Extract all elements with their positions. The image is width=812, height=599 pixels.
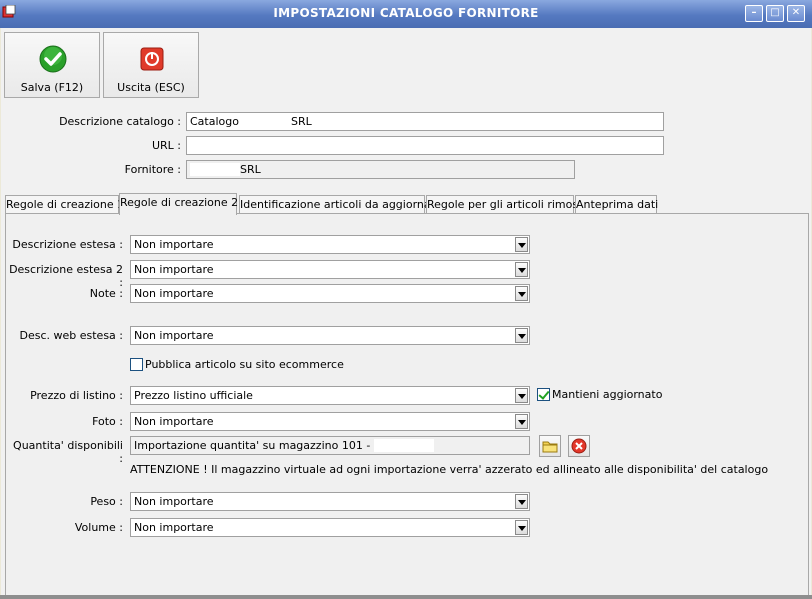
minimize-button[interactable]: –: [745, 5, 763, 22]
publish-ecommerce-checkbox[interactable]: [130, 358, 143, 371]
extended-description-2-label: Descrizione estesa 2 :: [9, 263, 123, 289]
notes-label: Note :: [89, 287, 123, 300]
tab-creation-rules-1[interactable]: Regole di creazione 1: [5, 195, 124, 214]
keep-updated-checkbox[interactable]: [537, 388, 550, 401]
extended-description-2-select[interactable]: Non importare: [130, 260, 530, 279]
chevron-down-icon[interactable]: [515, 328, 528, 343]
available-quantity-field: Importazione quantita' su magazzino 101 …: [130, 436, 530, 455]
exit-button-label: Uscita (ESC): [117, 81, 185, 94]
folder-icon: [542, 441, 558, 453]
chevron-down-icon[interactable]: [515, 388, 528, 403]
catalog-description-input[interactable]: Catalogo SRL: [186, 112, 664, 131]
tab-removed-items-rules[interactable]: Regole per gli articoli rimossi: [426, 195, 587, 214]
chevron-down-icon[interactable]: [515, 262, 528, 277]
select-warehouse-button[interactable]: [539, 435, 561, 457]
chevron-down-icon[interactable]: [515, 286, 528, 301]
tab-data-preview[interactable]: Anteprima dati: [575, 195, 658, 214]
volume-select[interactable]: Non importare: [130, 518, 530, 537]
checkmark-icon: [39, 45, 67, 73]
chevron-down-icon[interactable]: [515, 494, 528, 509]
bottom-border: [0, 595, 812, 599]
keep-updated-label: Mantieni aggiornato: [552, 388, 663, 401]
save-button[interactable]: Salva (F12): [4, 32, 100, 98]
volume-label: Volume :: [74, 521, 123, 534]
photo-label: Foto :: [92, 415, 123, 428]
url-input[interactable]: [186, 136, 664, 155]
close-button[interactable]: ✕: [787, 5, 805, 22]
extended-description-select[interactable]: Non importare: [130, 235, 530, 254]
save-button-label: Salva (F12): [20, 81, 84, 94]
maximize-button[interactable]: □: [766, 5, 784, 22]
publish-ecommerce-label: Pubblica articolo su sito ecommerce: [145, 358, 344, 371]
warehouse-warning: ATTENZIONE ! Il magazzino virtuale ad og…: [130, 463, 769, 476]
web-description-label: Desc. web estesa :: [19, 329, 123, 342]
notes-select[interactable]: Non importare: [130, 284, 530, 303]
close-icon: [571, 438, 587, 454]
web-description-select[interactable]: Non importare: [130, 326, 530, 345]
url-label: URL :: [151, 139, 181, 152]
weight-label: Peso :: [90, 495, 123, 508]
window-title: IMPOSTAZIONI CATALOGO FORNITORE: [273, 6, 539, 20]
window-client: Salva (F12) Uscita (ESC) Descrizione cat…: [1, 28, 811, 597]
supplier-label: Fornitore :: [124, 163, 181, 176]
catalog-description-label: Descrizione catalogo :: [59, 115, 181, 128]
list-price-label: Prezzo di listino :: [30, 389, 123, 402]
tab-creation-rules-2[interactable]: Regole di creazione 2: [119, 193, 238, 215]
chevron-down-icon[interactable]: [515, 414, 528, 429]
weight-select[interactable]: Non importare: [130, 492, 530, 511]
chevron-down-icon[interactable]: [515, 237, 528, 252]
clear-warehouse-button[interactable]: [568, 435, 590, 457]
title-bar: IMPOSTAZIONI CATALOGO FORNITORE – □ ✕: [0, 0, 812, 28]
supplier-input: SRL: [186, 160, 575, 179]
chevron-down-icon[interactable]: [515, 520, 528, 535]
available-quantity-label: Quantita' disponibili :: [13, 439, 123, 465]
tab-identify-items[interactable]: Identificazione articoli da aggiornare: [239, 195, 442, 214]
exit-button[interactable]: Uscita (ESC): [103, 32, 199, 98]
list-price-select[interactable]: Prezzo listino ufficiale: [130, 386, 530, 405]
extended-description-label: Descrizione estesa :: [12, 238, 123, 251]
photo-select[interactable]: Non importare: [130, 412, 530, 431]
power-icon: [140, 47, 164, 71]
